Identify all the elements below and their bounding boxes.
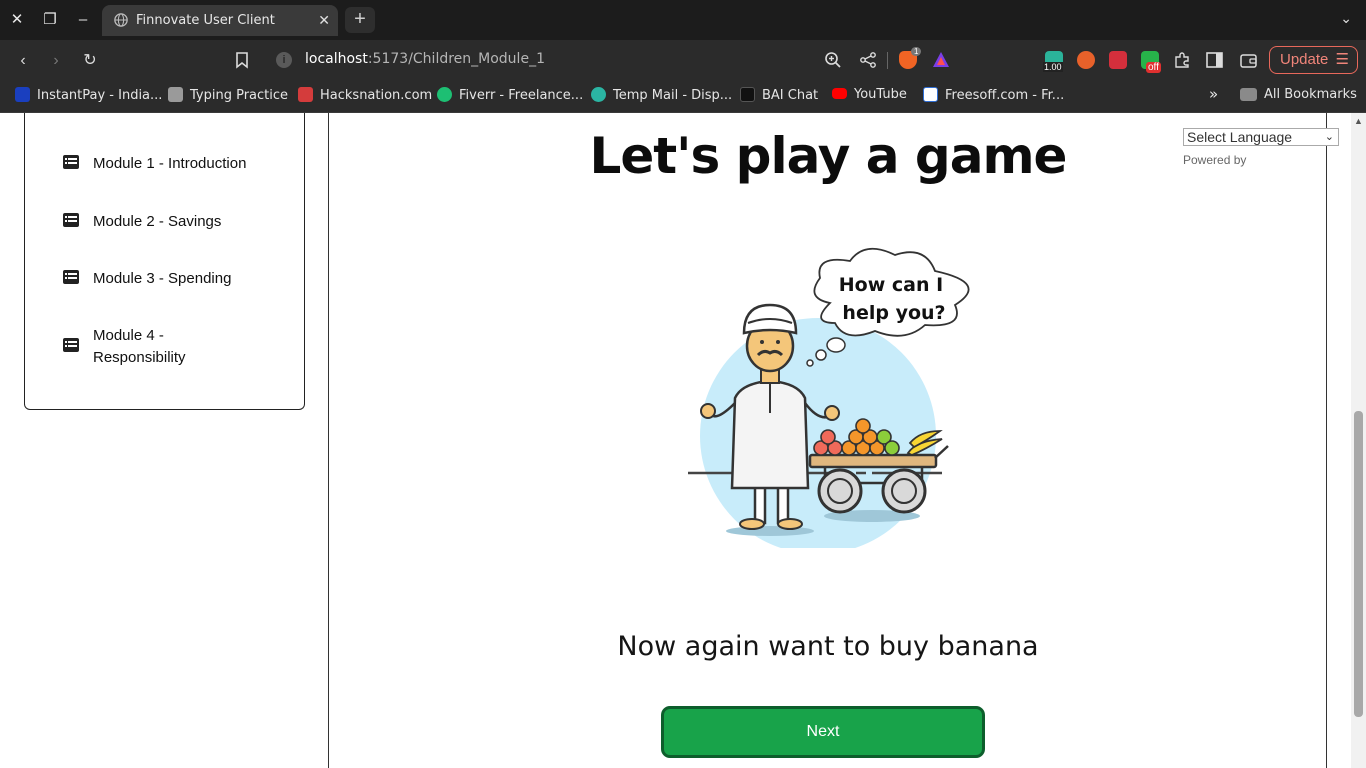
bookmark-youtube[interactable]: YouTube — [832, 87, 907, 105]
bookmark-bai-chat[interactable]: BAI Chat — [740, 87, 818, 105]
bai-chat-icon — [740, 87, 755, 102]
content-left-border — [328, 113, 329, 768]
extension-red-icon[interactable] — [1109, 51, 1127, 69]
language-select-label: Select Language — [1187, 129, 1293, 145]
toolbar-divider — [887, 52, 888, 69]
scroll-up-icon[interactable]: ▲ — [1354, 116, 1363, 126]
share-icon[interactable] — [859, 51, 877, 69]
vendor-shadow — [726, 526, 814, 536]
bookmark-typing-practice[interactable]: Typing Practice — [168, 87, 288, 105]
list-icon — [63, 155, 79, 169]
address-bar[interactable]: localhost:5173/Children_Module_1 — [305, 51, 545, 67]
bookmark-label: Typing Practice — [190, 88, 289, 103]
browser-toolbar: ‹ › ↻ i localhost:5173/Children_Module_1… — [0, 40, 1366, 80]
page-content: Module 1 - Introduction Module 2 - Savin… — [0, 113, 1366, 768]
bookmark-fiverr[interactable]: Fiverr - Freelance... — [437, 87, 583, 105]
all-bookmarks[interactable]: All Bookmarks — [1240, 87, 1357, 105]
tab-bar: ✕ ❐ – Finnovate User Client ✕ + ⌄ — [0, 0, 1366, 40]
close-window-icon[interactable]: ✕ — [7, 10, 27, 30]
list-icon — [63, 270, 79, 284]
wallet-icon[interactable] — [1240, 52, 1257, 68]
bookmark-instantpay[interactable]: InstantPay - India... — [15, 87, 162, 105]
sidebar-item-module-1[interactable]: Module 1 - Introduction — [63, 153, 263, 175]
sidebar-item-label: Module 4 - Responsibility — [93, 327, 186, 366]
page-scrollbar[interactable]: ▲ — [1351, 113, 1366, 768]
menu-icon: ☰ — [1335, 51, 1349, 68]
extension-off-badge: off — [1146, 62, 1161, 73]
bookmarks-bar: InstantPay - India... Typing Practice Ha… — [0, 80, 1366, 113]
bookmark-label: InstantPay - India... — [37, 88, 163, 103]
url-path: :5173/Children_Module_1 — [367, 51, 545, 67]
close-tab-icon[interactable]: ✕ — [318, 11, 330, 29]
tab-title: Finnovate User Client — [136, 13, 275, 28]
bookmark-label: Temp Mail - Disp... — [613, 88, 733, 103]
browser-tab[interactable]: Finnovate User Client ✕ — [102, 5, 338, 36]
bookmark-label: Freesoff.com - Fr... — [945, 88, 1065, 103]
fruit-vendor-illustration: How can I help you? — [688, 247, 970, 548]
extension-flame-icon[interactable] — [1077, 51, 1095, 69]
sidebar-item-label: Module 3 - Spending — [93, 270, 232, 287]
back-icon[interactable]: ‹ — [12, 50, 34, 72]
puzzle-extensions-icon[interactable] — [1173, 51, 1191, 69]
reload-icon[interactable]: ↻ — [79, 50, 101, 72]
module-sidebar: Module 1 - Introduction Module 2 - Savin… — [24, 113, 305, 410]
globe-icon — [114, 13, 128, 27]
brave-rewards-icon[interactable] — [932, 51, 950, 68]
freesoff-icon — [923, 87, 938, 102]
all-bookmarks-label: All Bookmarks — [1264, 87, 1357, 102]
list-icon — [63, 338, 79, 352]
folder-icon — [1240, 88, 1257, 101]
bookmark-temp-mail[interactable]: Temp Mail - Disp... — [591, 87, 732, 105]
forward-icon[interactable]: › — [45, 50, 67, 72]
site-info-icon[interactable]: i — [276, 52, 292, 68]
sidebar-item-label: Module 1 - Introduction — [93, 155, 247, 172]
sidebar-item-module-2[interactable]: Module 2 - Savings — [63, 211, 263, 233]
fiverr-icon — [437, 87, 452, 102]
minimize-window-icon[interactable]: – — [73, 10, 93, 30]
youtube-icon — [832, 88, 847, 99]
scrollbar-thumb[interactable] — [1354, 411, 1363, 717]
update-button[interactable]: Update ☰ — [1269, 46, 1358, 74]
powered-by-text: Powered by — [1183, 153, 1247, 167]
bookmark-label: Fiverr - Freelance... — [459, 88, 584, 103]
brave-badge: 1 — [911, 47, 922, 56]
language-select[interactable]: Select Language ⌄ — [1183, 128, 1339, 146]
new-tab-button[interactable]: + — [345, 7, 375, 33]
page-title: Let's play a game — [589, 127, 1068, 185]
zoom-icon[interactable] — [824, 51, 842, 69]
extension-counter-value: 1.00 — [1043, 62, 1063, 72]
bookmark-label: Hacksnation.com — [320, 88, 433, 103]
update-label: Update — [1280, 51, 1329, 68]
hacksnation-icon — [298, 87, 313, 102]
instantpay-icon — [15, 87, 30, 102]
more-bookmarks-icon[interactable]: » — [1209, 85, 1218, 103]
bookmark-icon[interactable] — [235, 52, 249, 69]
bookmark-label: YouTube — [854, 87, 907, 102]
url-host: localhost — [305, 51, 368, 67]
restore-window-icon[interactable]: ❐ — [40, 10, 60, 30]
bookmark-label: BAI Chat — [762, 88, 819, 103]
speech-line-1: How can I — [839, 274, 943, 296]
sidebar-item-module-4[interactable]: Module 4 - Responsibility — [63, 325, 193, 369]
sidebar-item-label: Module 2 - Savings — [93, 213, 222, 230]
next-button[interactable]: Next — [661, 706, 985, 758]
sidebar-toggle-icon[interactable] — [1206, 52, 1223, 68]
speech-line-2: help you? — [842, 302, 945, 324]
chevron-down-icon: ⌄ — [1324, 131, 1334, 143]
tab-list-chevron-icon[interactable]: ⌄ — [1340, 10, 1352, 27]
list-icon — [63, 213, 79, 227]
bookmark-freesoff[interactable]: Freesoff.com - Fr... — [923, 87, 1064, 105]
game-prompt: Now again want to buy banana — [617, 631, 1039, 662]
content-right-border — [1326, 113, 1327, 768]
bookmark-hacksnation[interactable]: Hacksnation.com — [298, 87, 432, 105]
typing-practice-icon — [168, 87, 183, 102]
sidebar-item-module-3[interactable]: Module 3 - Spending — [63, 268, 263, 290]
temp-mail-icon — [591, 87, 606, 102]
